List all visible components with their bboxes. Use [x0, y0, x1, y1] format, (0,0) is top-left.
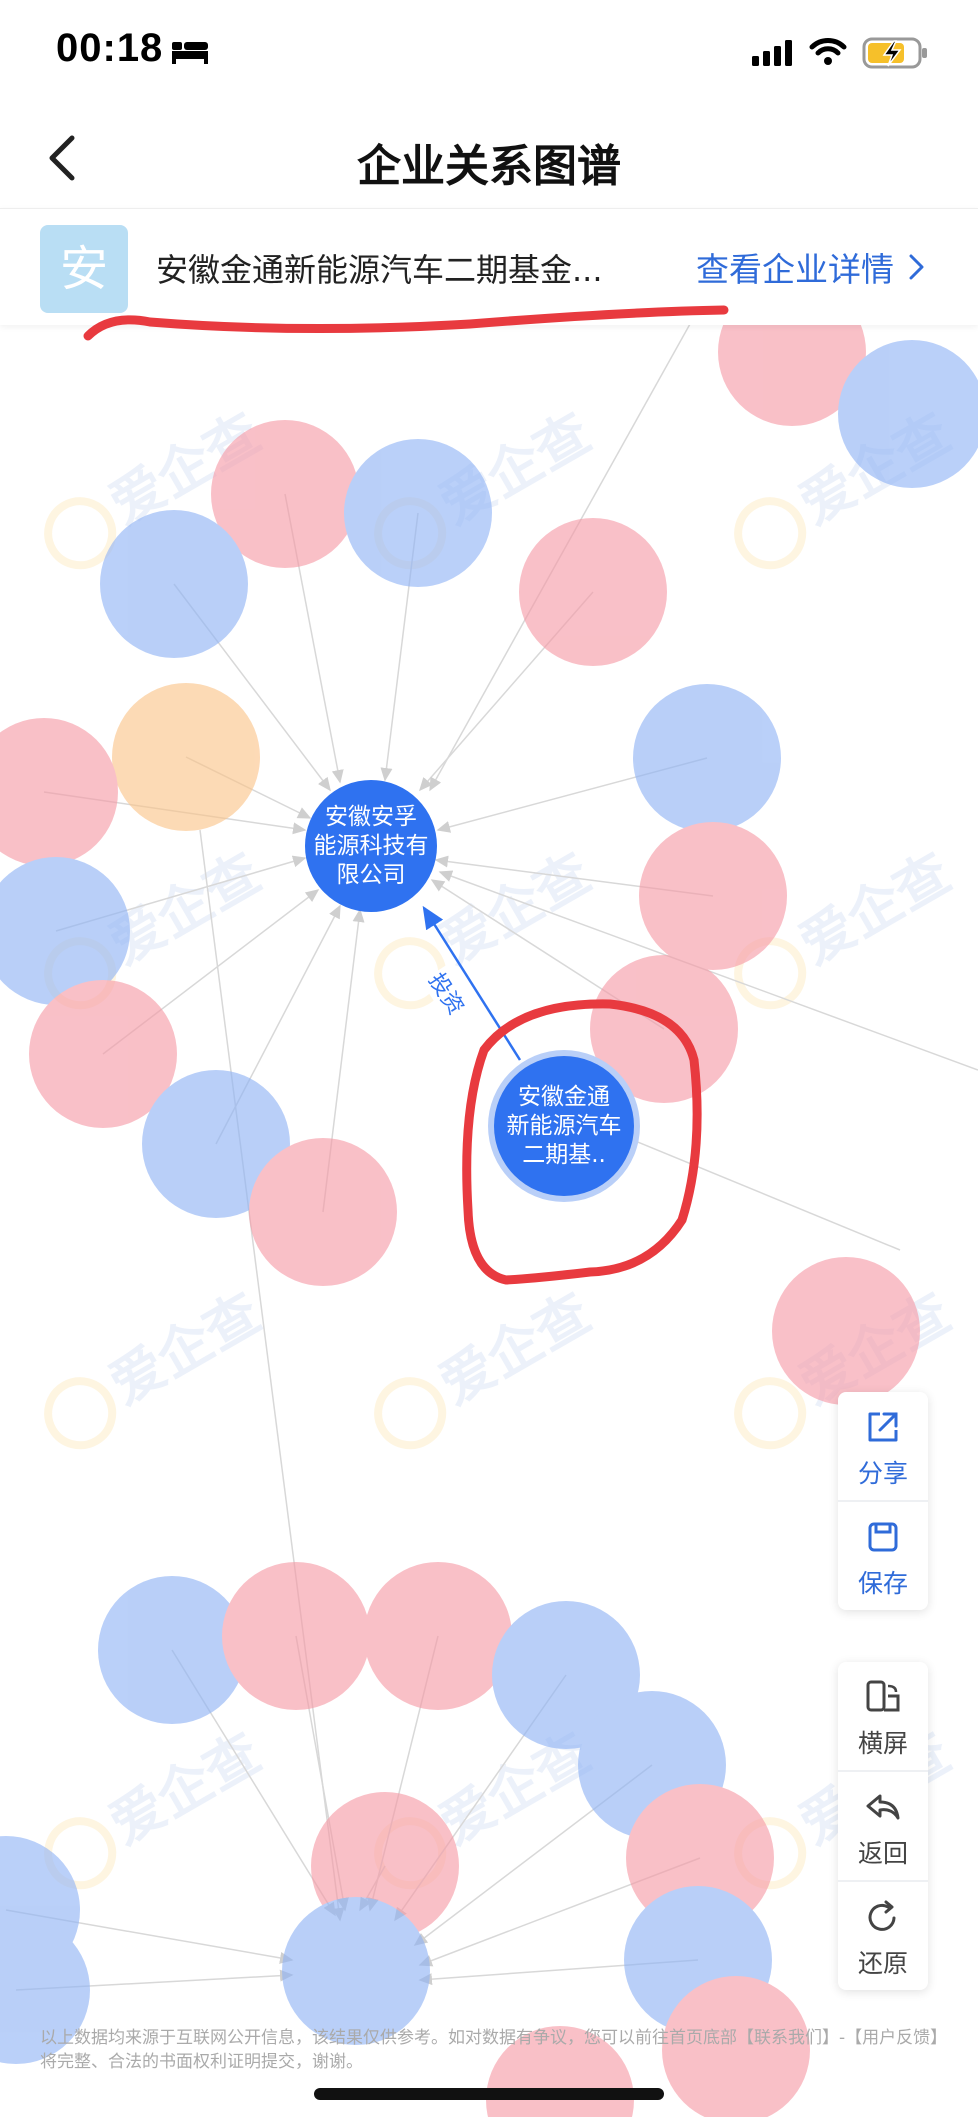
company-name: 安徽金通新能源汽车二期基金... [156, 251, 603, 289]
restore-label: 还原 [857, 1949, 908, 1978]
save-icon [868, 1522, 898, 1552]
share-icon [868, 1412, 898, 1442]
company-header: 安 安徽金通新能源汽车二期基金... 查看企业详情 [0, 208, 978, 325]
graph-svg [0, 324, 978, 2117]
home-indicator[interactable] [314, 2088, 664, 2100]
relationship-graph-canvas[interactable]: 爱企查 爱企查 爱企查 爱企查 爱企查 爱企查 爱企查 爱企查 爱企查 爱企查 … [0, 324, 978, 2117]
company-logo: 安 [40, 225, 128, 313]
node-label-line: 二期基.. [522, 1141, 606, 1168]
rotate-landscape-icon [866, 1680, 900, 1712]
status-bar: 00:18 [0, 0, 978, 108]
cellular-signal-icon [752, 40, 792, 66]
center-company-node[interactable]: 安徽安孚 能源科技有 限公司 [305, 780, 437, 912]
restore-button[interactable]: 还原 [838, 1882, 928, 1990]
node-label-line: 新能源汽车 [506, 1112, 622, 1139]
refresh-icon [868, 1900, 896, 1931]
graph-nodes [0, 324, 978, 2117]
data-disclaimer: 以上数据均来源于互联网公开信息，该结果仅供参考。如对数据有争议，您可以前往首页底… [40, 2028, 939, 2072]
share-label: 分享 [857, 1459, 908, 1488]
wifi-icon [809, 38, 847, 65]
node-label-line: 安徽金通 [518, 1083, 610, 1110]
chevron-right-icon [909, 254, 924, 280]
battery-charging-icon [862, 37, 927, 69]
focus-node-core: 安徽金通 新能源汽车 二期基.. [494, 1056, 634, 1196]
landscape-button[interactable]: 横屏 [838, 1662, 928, 1772]
detail-link-label: 查看企业详情 [696, 250, 894, 289]
return-button[interactable]: 返回 [838, 1772, 928, 1882]
share-button[interactable]: 分享 [838, 1392, 928, 1502]
landscape-label: 横屏 [857, 1729, 908, 1758]
bed-icon [172, 42, 208, 64]
return-label: 返回 [857, 1839, 908, 1868]
navigation-bar: 企业关系图谱 [0, 108, 978, 208]
node-label-line: 安徽安孚 [325, 803, 417, 830]
toolbar-share-save: 分享 保存 [838, 1392, 928, 1610]
save-button[interactable]: 保存 [838, 1502, 928, 1610]
node-label-line: 限公司 [336, 861, 406, 888]
page-title: 企业关系图谱 [357, 141, 621, 192]
focus-company-node[interactable]: 安徽金通 新能源汽车 二期基.. [488, 1050, 640, 1202]
toolbar-view-controls: 横屏 返回 还原 [838, 1662, 928, 1990]
save-label: 保存 [857, 1569, 908, 1598]
status-time: 00:18 [56, 26, 164, 70]
node-label-line: 能源科技有 [313, 832, 429, 859]
view-company-details-link[interactable]: 查看企业详情 [696, 243, 926, 291]
undo-arrow-icon [866, 1794, 900, 1820]
